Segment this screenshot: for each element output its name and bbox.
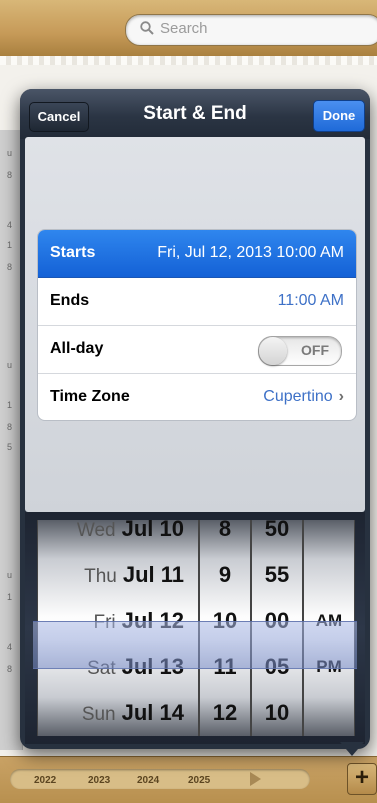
popover-header: Cancel Start & End Done (20, 89, 370, 139)
strip-number: 8 (7, 422, 13, 432)
ends-row[interactable]: Ends 11:00 AM (38, 278, 356, 326)
weekday: Thu (84, 566, 117, 587)
all-day-toggle[interactable]: OFF (258, 336, 342, 366)
starts-value: Fri, Jul 12, 2013 10:00 AM (157, 244, 344, 261)
strip-number: u (7, 570, 13, 580)
ends-label: Ends (50, 292, 90, 309)
chevron-right-icon: › (338, 388, 344, 405)
strip-number: u (7, 148, 13, 158)
play-icon[interactable] (250, 772, 261, 786)
event-time-group: Starts Fri, Jul 12, 2013 10:00 AM Ends 1… (37, 229, 357, 421)
search-placeholder: Search (160, 20, 208, 37)
all-day-row: All-day OFF (38, 326, 356, 374)
hour-option[interactable]: 9 (200, 552, 250, 598)
time-zone-city: Cupertino (263, 388, 333, 405)
strip-number: 1 (7, 592, 13, 602)
top-bar: Search (0, 0, 377, 56)
time-zone-value: Cupertino › (263, 388, 344, 406)
search-icon (140, 21, 154, 35)
starts-label: Starts (50, 244, 96, 261)
strip-number: 4 (7, 642, 13, 652)
strip-number: 8 (7, 170, 13, 180)
strip-number: 5 (7, 442, 13, 452)
hour-option[interactable]: 8 (200, 520, 250, 552)
minute-option[interactable]: 55 (252, 552, 302, 598)
date-time-picker[interactable]: WedJul 10 ThuJul 11 FriJul 12 SatJul 13 … (25, 512, 365, 744)
year-label[interactable]: 2025 (188, 775, 210, 786)
hour-option[interactable]: 12 (200, 690, 250, 736)
all-day-label: All-day (50, 340, 104, 357)
torn-paper-edge (0, 56, 377, 65)
time-zone-label: Time Zone (50, 388, 130, 405)
search-input[interactable]: Search (125, 14, 377, 46)
add-event-button[interactable]: + (347, 763, 377, 795)
time-zone-row[interactable]: Time Zone Cupertino › (38, 374, 356, 420)
strip-number: 8 (7, 664, 13, 674)
minute-option[interactable]: 10 (252, 690, 302, 736)
strip-number: 1 (7, 240, 13, 250)
year-label[interactable]: 2024 (137, 775, 159, 786)
weekday: Sun (81, 704, 116, 725)
day-option[interactable]: Wed Jul 10 (38, 520, 198, 552)
popover-content: Starts Fri, Jul 12, 2013 10:00 AM Ends 1… (25, 137, 365, 512)
starts-row[interactable]: Starts Fri, Jul 12, 2013 10:00 AM (38, 230, 356, 278)
start-end-popover: Cancel Start & End Done Starts Fri, Jul … (20, 89, 370, 749)
minute-option[interactable]: 50 (252, 520, 302, 552)
strip-number: 1 (7, 400, 13, 410)
date: Jul 14 (121, 700, 184, 725)
day-option[interactable]: Thu Jul 11 (38, 552, 198, 598)
date: Jul 10 (121, 520, 184, 541)
strip-number: 8 (7, 262, 13, 272)
strip-number: 4 (7, 220, 13, 230)
toggle-knob (259, 337, 287, 365)
timeline-bar: 2022 2023 2024 2025 (0, 756, 377, 803)
weekday: Wed (76, 520, 116, 541)
picker-selection-band (33, 621, 357, 669)
year-label[interactable]: 2022 (34, 775, 56, 786)
popover-arrow (340, 742, 364, 756)
done-button[interactable]: Done (313, 100, 365, 132)
ends-value: 11:00 AM (277, 292, 344, 309)
year-label[interactable]: 2023 (88, 775, 110, 786)
day-option[interactable]: Sun Jul 14 (38, 690, 198, 736)
date: Jul 11 (122, 562, 184, 587)
toggle-state-text: OFF (301, 342, 329, 358)
strip-number: u (7, 360, 13, 370)
